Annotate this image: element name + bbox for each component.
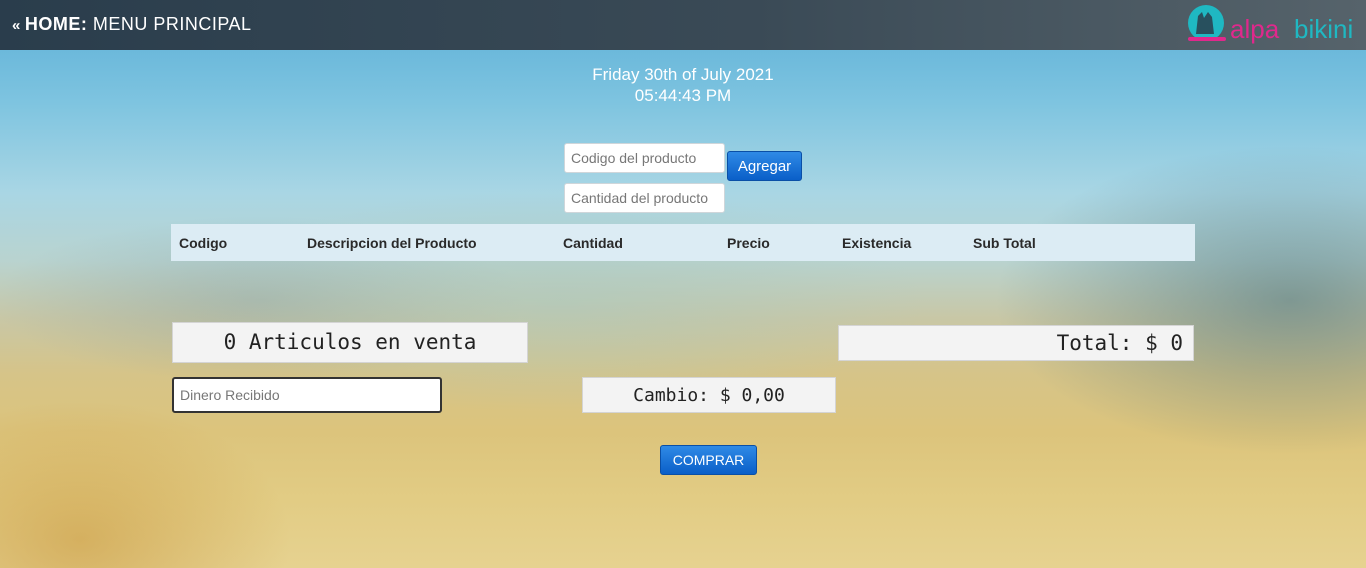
add-product-button[interactable]: Agregar [727,151,802,181]
logo-text-main: alpa [1230,14,1280,44]
change-display: Cambio: $ 0,00 [582,377,836,413]
products-table-header: Codigo Descripcion del Producto Cantidad… [171,224,1195,261]
product-quantity-input[interactable] [564,183,725,213]
money-received-input[interactable] [172,377,442,413]
column-header-price: Precio [727,235,770,251]
top-bar: «HOME: MENU PRINCIPAL alpa bikini [0,0,1366,50]
back-chevron-icon: « [12,17,21,34]
current-time: 05:44:43 PM [634,86,732,105]
total-display: Total: $ 0 [838,325,1194,361]
logo-text-secondary: bikini [1294,14,1353,44]
product-code-input[interactable] [564,143,725,173]
articles-count-display: 0 Articulos en venta [172,322,528,363]
column-header-stock: Existencia [842,235,912,251]
buy-button[interactable]: COMPRAR [660,445,757,475]
column-header-description: Descripcion del Producto [307,235,477,251]
alpa-bikini-logo: alpa bikini [1188,5,1353,44]
column-header-subtotal: Sub Total [973,235,1036,251]
home-label: HOME: [24,14,88,34]
column-header-quantity: Cantidad [563,235,623,251]
logo-bar-icon [1188,37,1226,41]
column-header-code: Codigo [179,235,228,251]
page-title: MENU PRINCIPAL [92,14,252,34]
home-link[interactable]: «HOME: MENU PRINCIPAL [12,14,252,35]
current-date: Friday 30th of July 2021 [592,65,774,84]
